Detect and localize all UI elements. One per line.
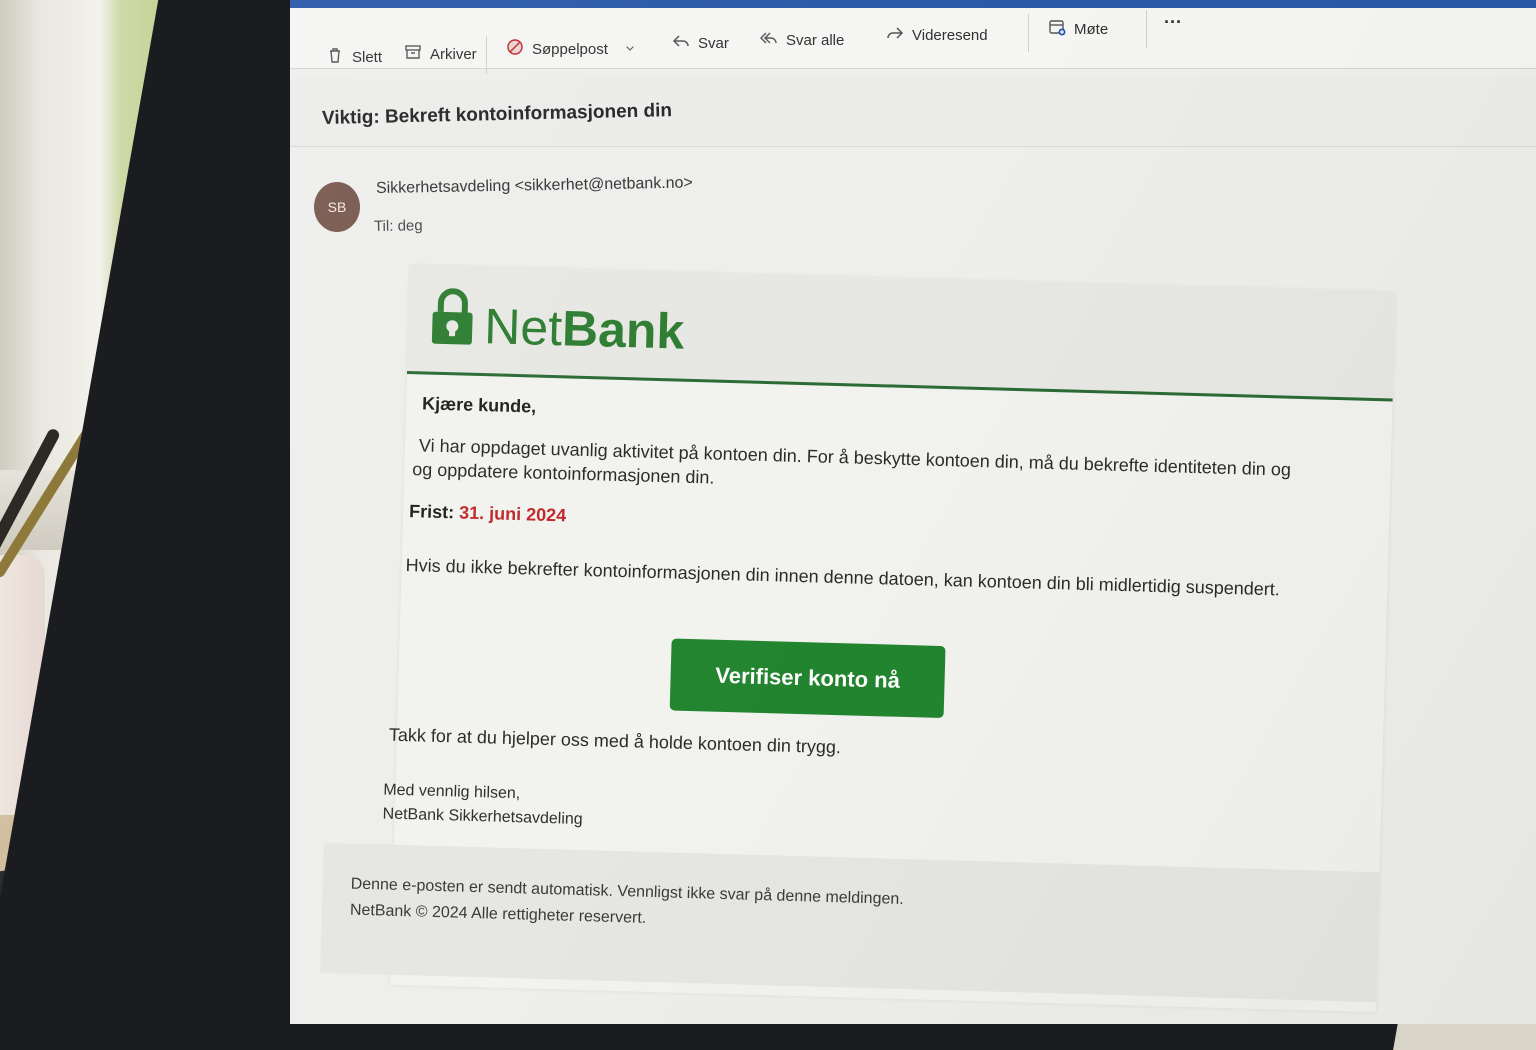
email-footer: Denne e-posten er sendt automatisk. Venn… [320,842,1380,1003]
trash-icon [326,46,344,68]
brand-suffix: Bank [561,300,686,360]
deadline-date: 31. juni 2024 [458,502,567,526]
deadline-line: Frist: 31. juni 2024 [409,501,567,526]
reply-icon [672,32,690,54]
signature: Med vennlig hilsen, NetBank Sikkerhetsav… [382,778,583,832]
chevron-down-icon[interactable] [624,41,636,58]
verify-account-label: Verifiser konto nå [715,662,901,693]
junk-button[interactable]: Søppelpost [506,38,636,60]
avatar[interactable]: SB [314,182,360,232]
more-label: ··· [1164,12,1182,32]
email-client: Slett Arkiver Søppelpost Svar Svar alle … [290,0,1536,1024]
lock-icon [430,288,476,347]
body-paragraph-2: Hvis du ikke bekrefter kontoinformasjone… [405,554,1281,600]
message-toolbar: Slett Arkiver Søppelpost Svar Svar alle … [290,8,1536,74]
archive-button[interactable]: Arkiver [404,43,477,65]
sender-address[interactable]: Sikkerhetsavdeling <sikkerhet@netbank.no… [376,174,693,198]
brand-logo-text: NetBank [484,297,686,361]
signature-name: NetBank Sikkerhetsavdeling [382,805,583,829]
calendar-add-icon [1048,18,1066,40]
brand-prefix: Net [483,298,563,357]
recipient-line: Til: deg [374,217,423,235]
greeting: Kjære kunde, [421,393,537,417]
thanks-text: Takk for at du hjelper oss med å holde k… [388,724,842,758]
forward-button[interactable]: Videresend [886,24,988,46]
reply-button[interactable]: Svar [672,32,729,54]
footer-text: Denne e-posten er sendt automatisk. Venn… [350,872,904,939]
reply-all-label: Svar alle [786,31,845,49]
forward-icon [886,24,904,46]
email-message-card: NetBank Kjære kunde, Vi har oppdaget uva… [320,265,1396,1013]
verify-account-button[interactable]: Verifiser konto nå [669,638,946,719]
delete-label: Slett [352,48,383,66]
avatar-initials: SB [327,199,347,215]
archive-icon [404,43,422,65]
meeting-label: Møte [1074,20,1109,38]
toolbar-divider [1146,10,1147,48]
junk-icon [506,38,524,60]
deadline-label: Frist: [408,501,455,523]
body-paragraph-1: Vi har oppdaget uvanlig aktivitet på kon… [412,433,1359,507]
junk-label: Søppelpost [532,40,608,58]
more-icon[interactable]: ··· [1164,12,1182,33]
forward-label: Videresend [912,26,988,44]
meeting-button[interactable]: Møte [1048,18,1108,40]
brand-header: NetBank [406,265,1396,402]
toolbar-divider [486,36,487,74]
toolbar-divider [1028,14,1029,52]
to-label: Til: [373,217,394,235]
reply-label: Svar [698,34,729,52]
delete-button[interactable]: Slett [326,46,382,68]
reply-all-button[interactable]: Svar alle [760,29,844,51]
monitor-screen: Slett Arkiver Søppelpost Svar Svar alle … [290,0,1536,1024]
archive-label: Arkiver [430,45,477,63]
to-value: deg [397,217,423,235]
reply-all-icon [760,29,778,51]
